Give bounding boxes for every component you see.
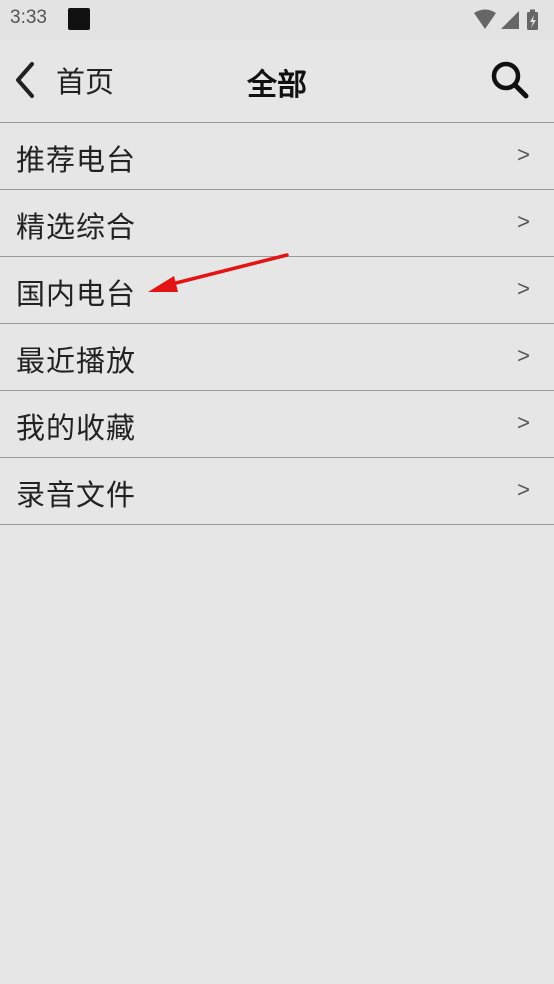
chevron-right-icon: > bbox=[517, 477, 530, 502]
menu-item-label: 精选综合 bbox=[16, 210, 137, 244]
menu-item-label: 我的收藏 bbox=[16, 411, 137, 445]
chevron-right-icon: > bbox=[517, 142, 530, 167]
back-button[interactable]: 首页 bbox=[10, 58, 114, 102]
app-header: 首页 全部 bbox=[0, 40, 554, 123]
notification-icon bbox=[68, 8, 90, 30]
menu-item-favorites[interactable]: 我的收藏 > bbox=[0, 391, 554, 458]
category-list: 推荐电台 > 精选综合 > 国内电台 > 最近播放 > 我的收藏 > 录音文件 … bbox=[0, 123, 554, 525]
menu-item-recordings[interactable]: 录音文件 > bbox=[0, 458, 554, 525]
chevron-right-icon: > bbox=[517, 410, 530, 435]
menu-item-label: 最近播放 bbox=[16, 344, 137, 378]
chevron-right-icon: > bbox=[517, 343, 530, 368]
back-label: 首页 bbox=[56, 65, 115, 99]
menu-item-label: 国内电台 bbox=[16, 277, 137, 311]
signal-icon bbox=[501, 11, 519, 29]
menu-item-label: 录音文件 bbox=[16, 478, 137, 512]
search-button[interactable] bbox=[488, 58, 532, 102]
battery-icon bbox=[527, 9, 538, 30]
menu-item-recommended[interactable]: 推荐电台 > bbox=[0, 123, 554, 190]
menu-item-recent[interactable]: 最近播放 > bbox=[0, 324, 554, 391]
chevron-right-icon: > bbox=[517, 209, 530, 234]
status-bar: 3:33 bbox=[0, 0, 554, 40]
menu-item-featured[interactable]: 精选综合 > bbox=[0, 190, 554, 257]
status-icons bbox=[474, 9, 538, 30]
wifi-icon bbox=[474, 9, 496, 29]
menu-item-label: 推荐电台 bbox=[16, 143, 137, 177]
chevron-right-icon: > bbox=[517, 276, 530, 301]
search-icon bbox=[491, 61, 529, 99]
menu-item-domestic[interactable]: 国内电台 > bbox=[0, 257, 554, 324]
status-time: 3:33 bbox=[10, 7, 47, 28]
chevron-left-icon bbox=[16, 62, 34, 98]
